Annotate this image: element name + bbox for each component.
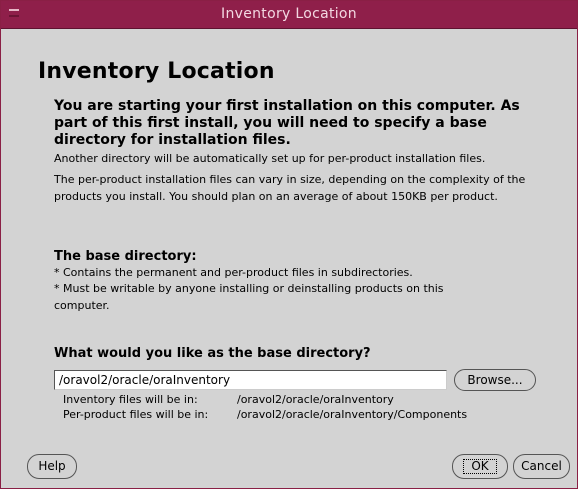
inventory-location-dialog: Inventory Location Inventory Location Yo… bbox=[0, 0, 578, 489]
help-button[interactable]: Help bbox=[27, 454, 77, 479]
inventory-label: Inventory files will be in: bbox=[63, 393, 198, 406]
base-dir-point-2: * Must be writable by anyone installing … bbox=[54, 282, 444, 312]
browse-button[interactable]: Browse... bbox=[454, 369, 536, 391]
size-note: The per-product installation files can v… bbox=[54, 173, 526, 203]
base-dir-question: What would you like as the base director… bbox=[54, 346, 371, 361]
inventory-path: /oravol2/oracle/oraInventory bbox=[237, 393, 394, 406]
per-product-path: /oravol2/oracle/oraInventory/Components bbox=[237, 408, 468, 421]
window-title: Inventory Location bbox=[221, 6, 357, 22]
per-product-label: Per-product files will be in: bbox=[63, 408, 209, 421]
base-dir-point-1: * Contains the permanent and per-product… bbox=[54, 266, 413, 279]
base-dir-heading: The base directory: bbox=[54, 249, 197, 264]
intro-text: You are starting your first installation… bbox=[54, 98, 520, 148]
ok-button-label: OK bbox=[463, 459, 497, 474]
page-title: Inventory Location bbox=[38, 59, 275, 84]
cancel-button[interactable]: Cancel bbox=[513, 454, 570, 479]
intro-line: Another directory will be automatically … bbox=[54, 152, 486, 165]
base-directory-input[interactable] bbox=[54, 370, 447, 390]
title-bar[interactable]: Inventory Location bbox=[1, 1, 577, 29]
ok-button[interactable]: OK bbox=[452, 454, 508, 479]
